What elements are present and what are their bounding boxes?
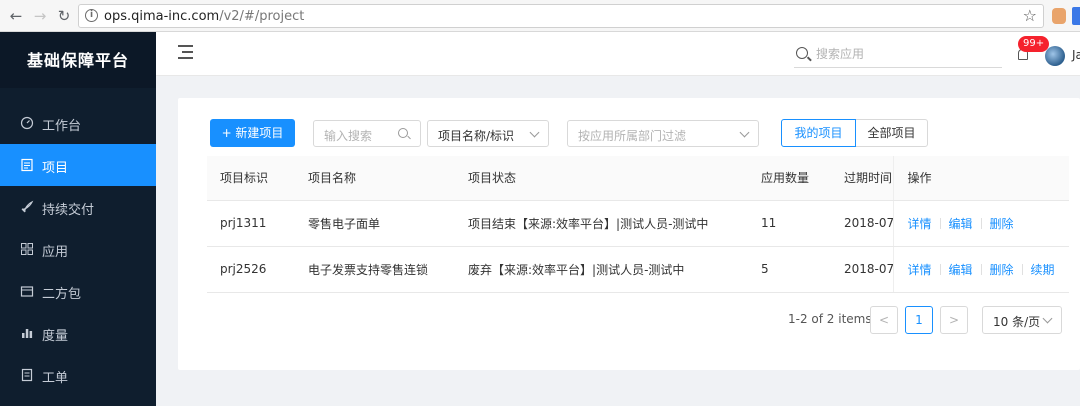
app-search-input[interactable]	[816, 44, 996, 64]
project-icon	[20, 158, 34, 172]
column-header: 项目名称	[295, 156, 455, 201]
app-count: 11	[748, 200, 831, 247]
reload-icon[interactable]: ↻	[54, 6, 74, 26]
sidebar-item-apps[interactable]: 应用	[0, 228, 156, 270]
expire-time: 2018-07-2	[831, 200, 893, 247]
field-select-value: 项目名称/标识	[438, 129, 515, 143]
avatar[interactable]	[1045, 46, 1065, 66]
tab-my-projects[interactable]: 我的项目	[781, 119, 856, 147]
divider	[980, 263, 982, 275]
search-icon	[398, 128, 408, 138]
department-filter[interactable]: 按应用所属部门过滤	[567, 120, 759, 147]
delete-link[interactable]: 删除	[990, 217, 1014, 231]
divider	[980, 217, 982, 229]
page-size-select[interactable]: 10 条/页	[982, 306, 1062, 334]
ticket-icon	[20, 368, 34, 382]
detail-link[interactable]: 详情	[908, 217, 932, 231]
next-page-button[interactable]: >	[940, 306, 968, 334]
extension-icon[interactable]	[1052, 8, 1066, 24]
browser-toolbar: ← → ↻ i ops.qima-inc.com/v2/#/project ☆	[0, 0, 1080, 32]
search-input[interactable]: 输入搜索	[313, 120, 421, 147]
table-row: prj2526 电子发票支持零售连锁 废弃【来源:效率平台】|测试人员-测试中 …	[207, 246, 1069, 293]
menu-collapse-icon[interactable]	[178, 45, 194, 61]
chart-icon	[20, 326, 34, 340]
sidebar-item-metrics[interactable]: 度量	[0, 312, 156, 354]
column-header: 操作	[892, 156, 1069, 201]
search-icon	[796, 47, 808, 59]
search-placeholder: 输入搜索	[324, 129, 373, 143]
new-project-button[interactable]: + 新建项目	[210, 119, 295, 147]
department-placeholder: 按应用所属部门过滤	[578, 129, 687, 143]
sidebar-item-ticket[interactable]: 工单	[0, 354, 156, 396]
column-header: 应用数量	[748, 156, 831, 201]
project-name: 电子发票支持零售连锁	[295, 246, 455, 293]
app-count: 5	[748, 246, 831, 293]
app-search[interactable]	[794, 44, 1002, 68]
detail-link[interactable]: 详情	[908, 263, 932, 277]
extension-icon[interactable]	[1072, 7, 1080, 25]
forward-arrow-icon[interactable]: →	[30, 6, 50, 26]
edit-link[interactable]: 编辑	[949, 263, 973, 277]
sidebar-item-label: 持续交付	[42, 203, 95, 218]
user-name[interactable]: Ja	[1072, 48, 1080, 62]
project-status: 废弃【来源:效率平台】|测试人员-测试中	[455, 246, 748, 293]
field-select[interactable]: 项目名称/标识	[427, 120, 549, 147]
chevron-down-icon	[1042, 313, 1053, 324]
column-header: 过期时间	[831, 156, 893, 201]
chevron-down-icon	[739, 127, 750, 138]
address-bar[interactable]: i ops.qima-inc.com/v2/#/project ☆	[78, 4, 1044, 28]
project-status: 项目结束【来源:效率平台】|测试人员-测试中	[455, 200, 748, 247]
expire-time: 2018-07-1	[831, 246, 893, 293]
delete-link[interactable]: 删除	[990, 263, 1014, 277]
brand-title: 基础保障平台	[0, 32, 156, 88]
sidebar-item-label: 度量	[42, 329, 69, 344]
sidebar-item-delivery[interactable]: 持续交付	[0, 186, 156, 228]
edit-link[interactable]: 编辑	[949, 217, 973, 231]
sidebar-item-label: 项目	[42, 161, 69, 176]
row-actions: 详情 编辑 删除 续期	[892, 246, 1069, 293]
package-icon	[20, 284, 34, 298]
page-size-value: 10 条/页	[993, 315, 1041, 329]
dashboard-icon	[20, 116, 34, 130]
top-header: 99+ Ja	[156, 32, 1080, 76]
column-header: 项目标识	[207, 156, 295, 201]
sidebar-menu: 工作台 项目 持续交付 应用 二方包 度量 工单	[0, 102, 156, 396]
bookmark-star-icon[interactable]: ☆	[1023, 6, 1037, 25]
back-arrow-icon[interactable]: ←	[6, 6, 26, 26]
sidebar-item-label: 二方包	[42, 287, 82, 302]
sidebar-item-label: 工作台	[42, 119, 82, 134]
divider	[939, 263, 941, 275]
sidebar-item-project[interactable]: 项目	[0, 144, 156, 186]
sidebar: 基础保障平台 工作台 项目 持续交付 应用 二方包 度量 工单	[0, 32, 156, 406]
row-actions: 详情 编辑 删除	[892, 200, 1069, 247]
project-name: 零售电子面单	[295, 200, 455, 247]
apps-icon	[20, 242, 34, 256]
project-id: prj1311	[207, 200, 295, 247]
project-table: 项目标识 项目名称 项目状态 应用数量 过期时间 操作 prj1311 零售电子…	[207, 156, 1069, 293]
divider	[939, 217, 941, 229]
url-text: ops.qima-inc.com/v2/#/project	[104, 9, 305, 24]
prev-page-button[interactable]: <	[870, 306, 898, 334]
table-row: prj1311 零售电子面单 项目结束【来源:效率平台】|测试人员-测试中 11…	[207, 200, 1069, 247]
project-card: + 新建项目 输入搜索 项目名称/标识 按应用所属部门过滤 我的项目 全部项目 …	[178, 98, 1080, 370]
rocket-icon	[20, 200, 34, 214]
project-id: prj2526	[207, 246, 295, 293]
info-icon[interactable]: i	[85, 9, 98, 22]
pagination-total: 1-2 of 2 items	[788, 312, 872, 326]
chevron-down-icon	[529, 127, 540, 138]
sidebar-item-label: 工单	[42, 371, 69, 386]
divider	[1021, 263, 1023, 275]
page-number-button[interactable]: 1	[905, 306, 933, 334]
sidebar-item-label: 应用	[42, 245, 69, 260]
sidebar-item-workbench[interactable]: 工作台	[0, 102, 156, 144]
tab-all-projects[interactable]: 全部项目	[855, 119, 928, 147]
column-header: 项目状态	[455, 156, 748, 201]
renew-link[interactable]: 续期	[1031, 263, 1055, 277]
sidebar-item-package[interactable]: 二方包	[0, 270, 156, 312]
table-header-row: 项目标识 项目名称 项目状态 应用数量 过期时间 操作	[207, 156, 1069, 201]
notification-badge: 99+	[1018, 36, 1050, 52]
